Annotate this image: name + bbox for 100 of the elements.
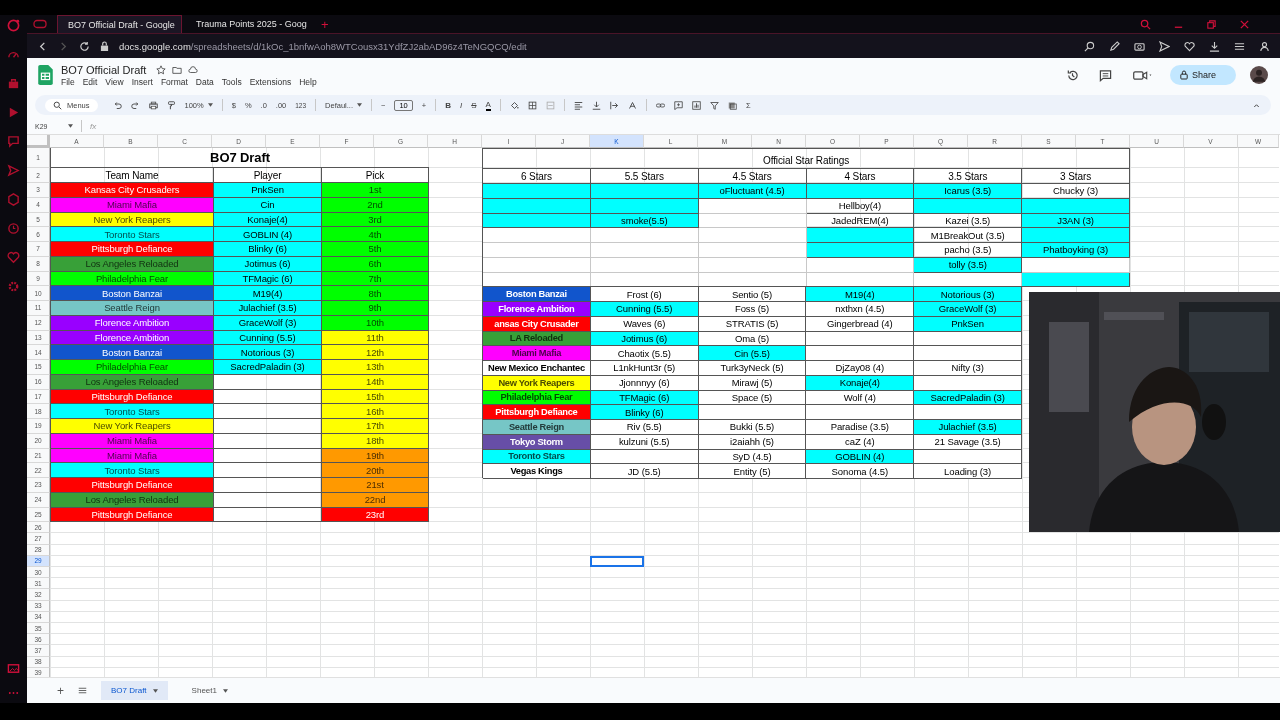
menu-icon[interactable] <box>1234 40 1245 52</box>
menu-item[interactable]: Tools <box>221 76 242 87</box>
cube-icon[interactable] <box>7 193 20 206</box>
player-cell: L1nkHunt3r (5) <box>590 361 699 376</box>
borders-icon[interactable] <box>527 100 537 110</box>
menu-item[interactable]: Extensions <box>249 76 292 87</box>
player-cell: oFluctuant (4.5) <box>698 184 807 199</box>
avatar-icon[interactable] <box>1250 66 1268 84</box>
menu-item[interactable]: Edit <box>82 76 98 87</box>
pencil-icon[interactable] <box>1109 40 1120 52</box>
caret-icon[interactable] <box>357 103 363 107</box>
pick-cell: 1st <box>322 183 429 198</box>
link-icon[interactable] <box>655 100 665 110</box>
player-cell: JD (5.5) <box>590 464 699 479</box>
filter-icon[interactable] <box>709 100 719 110</box>
menu-icon[interactable] <box>78 686 87 695</box>
selected-cell[interactable] <box>590 555 644 567</box>
cloud-icon[interactable] <box>188 64 199 75</box>
bag-icon[interactable] <box>7 77 20 90</box>
search-icon[interactable] <box>1140 18 1151 30</box>
caret-icon[interactable] <box>152 688 158 693</box>
add-sheet-button[interactable]: + <box>57 683 64 698</box>
paint-format-icon[interactable] <box>166 100 176 110</box>
address-field[interactable]: docs.google.com/spreadsheets/d/1kOc_1bnfwAoh8WTCousx31YdfZJ2abAD96z4TeNGQCQ/edit <box>119 40 527 52</box>
strikethrough-button[interactable]: S <box>471 100 477 110</box>
chart-icon[interactable] <box>691 100 701 110</box>
menu-item[interactable]: Format <box>160 76 188 87</box>
reload-icon[interactable] <box>79 40 90 52</box>
bold-button[interactable]: B <box>445 100 451 110</box>
menu-item[interactable]: Help <box>299 76 317 87</box>
back-icon[interactable] <box>37 40 48 52</box>
team-cell: New Mexico Enchantec <box>483 361 591 376</box>
menu-item[interactable]: File <box>61 76 75 87</box>
menu-item[interactable]: Data <box>195 76 214 87</box>
comment-icon[interactable] <box>1098 68 1112 82</box>
italic-button[interactable]: I <box>459 100 463 110</box>
text-color-button[interactable]: A <box>485 99 491 111</box>
sheet-tab[interactable]: Sheet1 <box>181 681 238 700</box>
zoom-icon[interactable] <box>1084 40 1095 52</box>
table-title: Official Star Ratings <box>483 149 1130 169</box>
more-icon[interactable] <box>7 691 20 695</box>
player-cell: 21 Savage (3.5) <box>914 434 1022 450</box>
align-icon[interactable] <box>573 100 583 110</box>
player-cell: GraceWolf (3) <box>914 302 1022 317</box>
menu-item[interactable]: Insert <box>131 76 153 87</box>
document-title[interactable]: BO7 Official Draft <box>61 63 147 76</box>
settings-icon[interactable] <box>7 280 20 293</box>
sheet-tab[interactable]: BO7 Draft <box>101 681 168 700</box>
chat-icon[interactable] <box>7 135 20 148</box>
clock-icon[interactable] <box>7 222 20 235</box>
fill-color-icon[interactable] <box>509 100 519 110</box>
team-cell: Philadelphia Fear <box>51 360 214 375</box>
browser-tab[interactable]: Trauma Points 2025 - Goog <box>186 15 311 33</box>
player-cell: Nifty (3) <box>914 361 1022 376</box>
history-icon[interactable] <box>1065 68 1079 82</box>
team-cell: Kansas City Crusaders <box>51 183 214 198</box>
star-icon[interactable] <box>156 64 167 75</box>
rotate-icon[interactable] <box>627 100 637 110</box>
lock-icon <box>1179 70 1188 80</box>
team-cell: Toronto Stars <box>51 463 214 478</box>
search-icon <box>53 100 62 110</box>
sheets-logo-icon[interactable] <box>38 65 53 85</box>
new-tab-button[interactable]: + <box>321 16 329 32</box>
close-icon[interactable] <box>1239 18 1250 30</box>
browser-tab[interactable]: BO7 Official Draft - Google <box>57 15 182 33</box>
caret-icon[interactable] <box>68 124 73 128</box>
player-cell: Notorious (3) <box>914 287 1022 302</box>
pick-cell: 21st <box>322 478 429 493</box>
image-icon[interactable] <box>7 662 20 675</box>
camera-icon[interactable] <box>1134 40 1145 52</box>
player-cell: Sonoma (4.5) <box>806 464 915 479</box>
print-icon[interactable] <box>148 100 158 110</box>
team-cell: New York Reapers <box>51 419 214 434</box>
undo-icon[interactable] <box>112 100 122 110</box>
video-camera-icon[interactable] <box>1131 68 1154 82</box>
team-cell: Florence Ambition <box>483 302 591 317</box>
valign-icon[interactable] <box>591 100 601 110</box>
player-cell: Loading (3) <box>914 464 1022 479</box>
share-button[interactable]: Share <box>1169 65 1236 85</box>
team-cell: Boston Banzai <box>51 345 214 360</box>
player-cell: i2aiahh (5) <box>698 434 807 450</box>
restore-icon[interactable] <box>1206 18 1217 30</box>
player-cell: Blinky (6) <box>214 242 322 257</box>
folder-icon[interactable] <box>172 64 183 75</box>
redo-icon[interactable] <box>130 100 140 110</box>
player-cell: Cunning (5.5) <box>590 302 699 317</box>
team-cell: Vegas Kings <box>483 464 591 479</box>
player-cell: Wolf (4) <box>806 390 915 406</box>
pick-cell: 12th <box>322 345 429 360</box>
menu-item[interactable]: View <box>105 76 124 87</box>
caret-icon[interactable] <box>222 688 228 693</box>
views-icon[interactable] <box>727 100 737 110</box>
play-icon[interactable] <box>7 106 20 119</box>
person-icon[interactable] <box>1259 40 1270 52</box>
browser-logo-icon[interactable] <box>7 19 20 32</box>
download-icon[interactable] <box>1209 40 1220 52</box>
caret-icon[interactable] <box>207 103 213 107</box>
team-cell: Toronto Stars <box>51 227 214 242</box>
wrap-icon[interactable] <box>609 100 619 110</box>
player-cell: Foss (5) <box>698 302 807 317</box>
